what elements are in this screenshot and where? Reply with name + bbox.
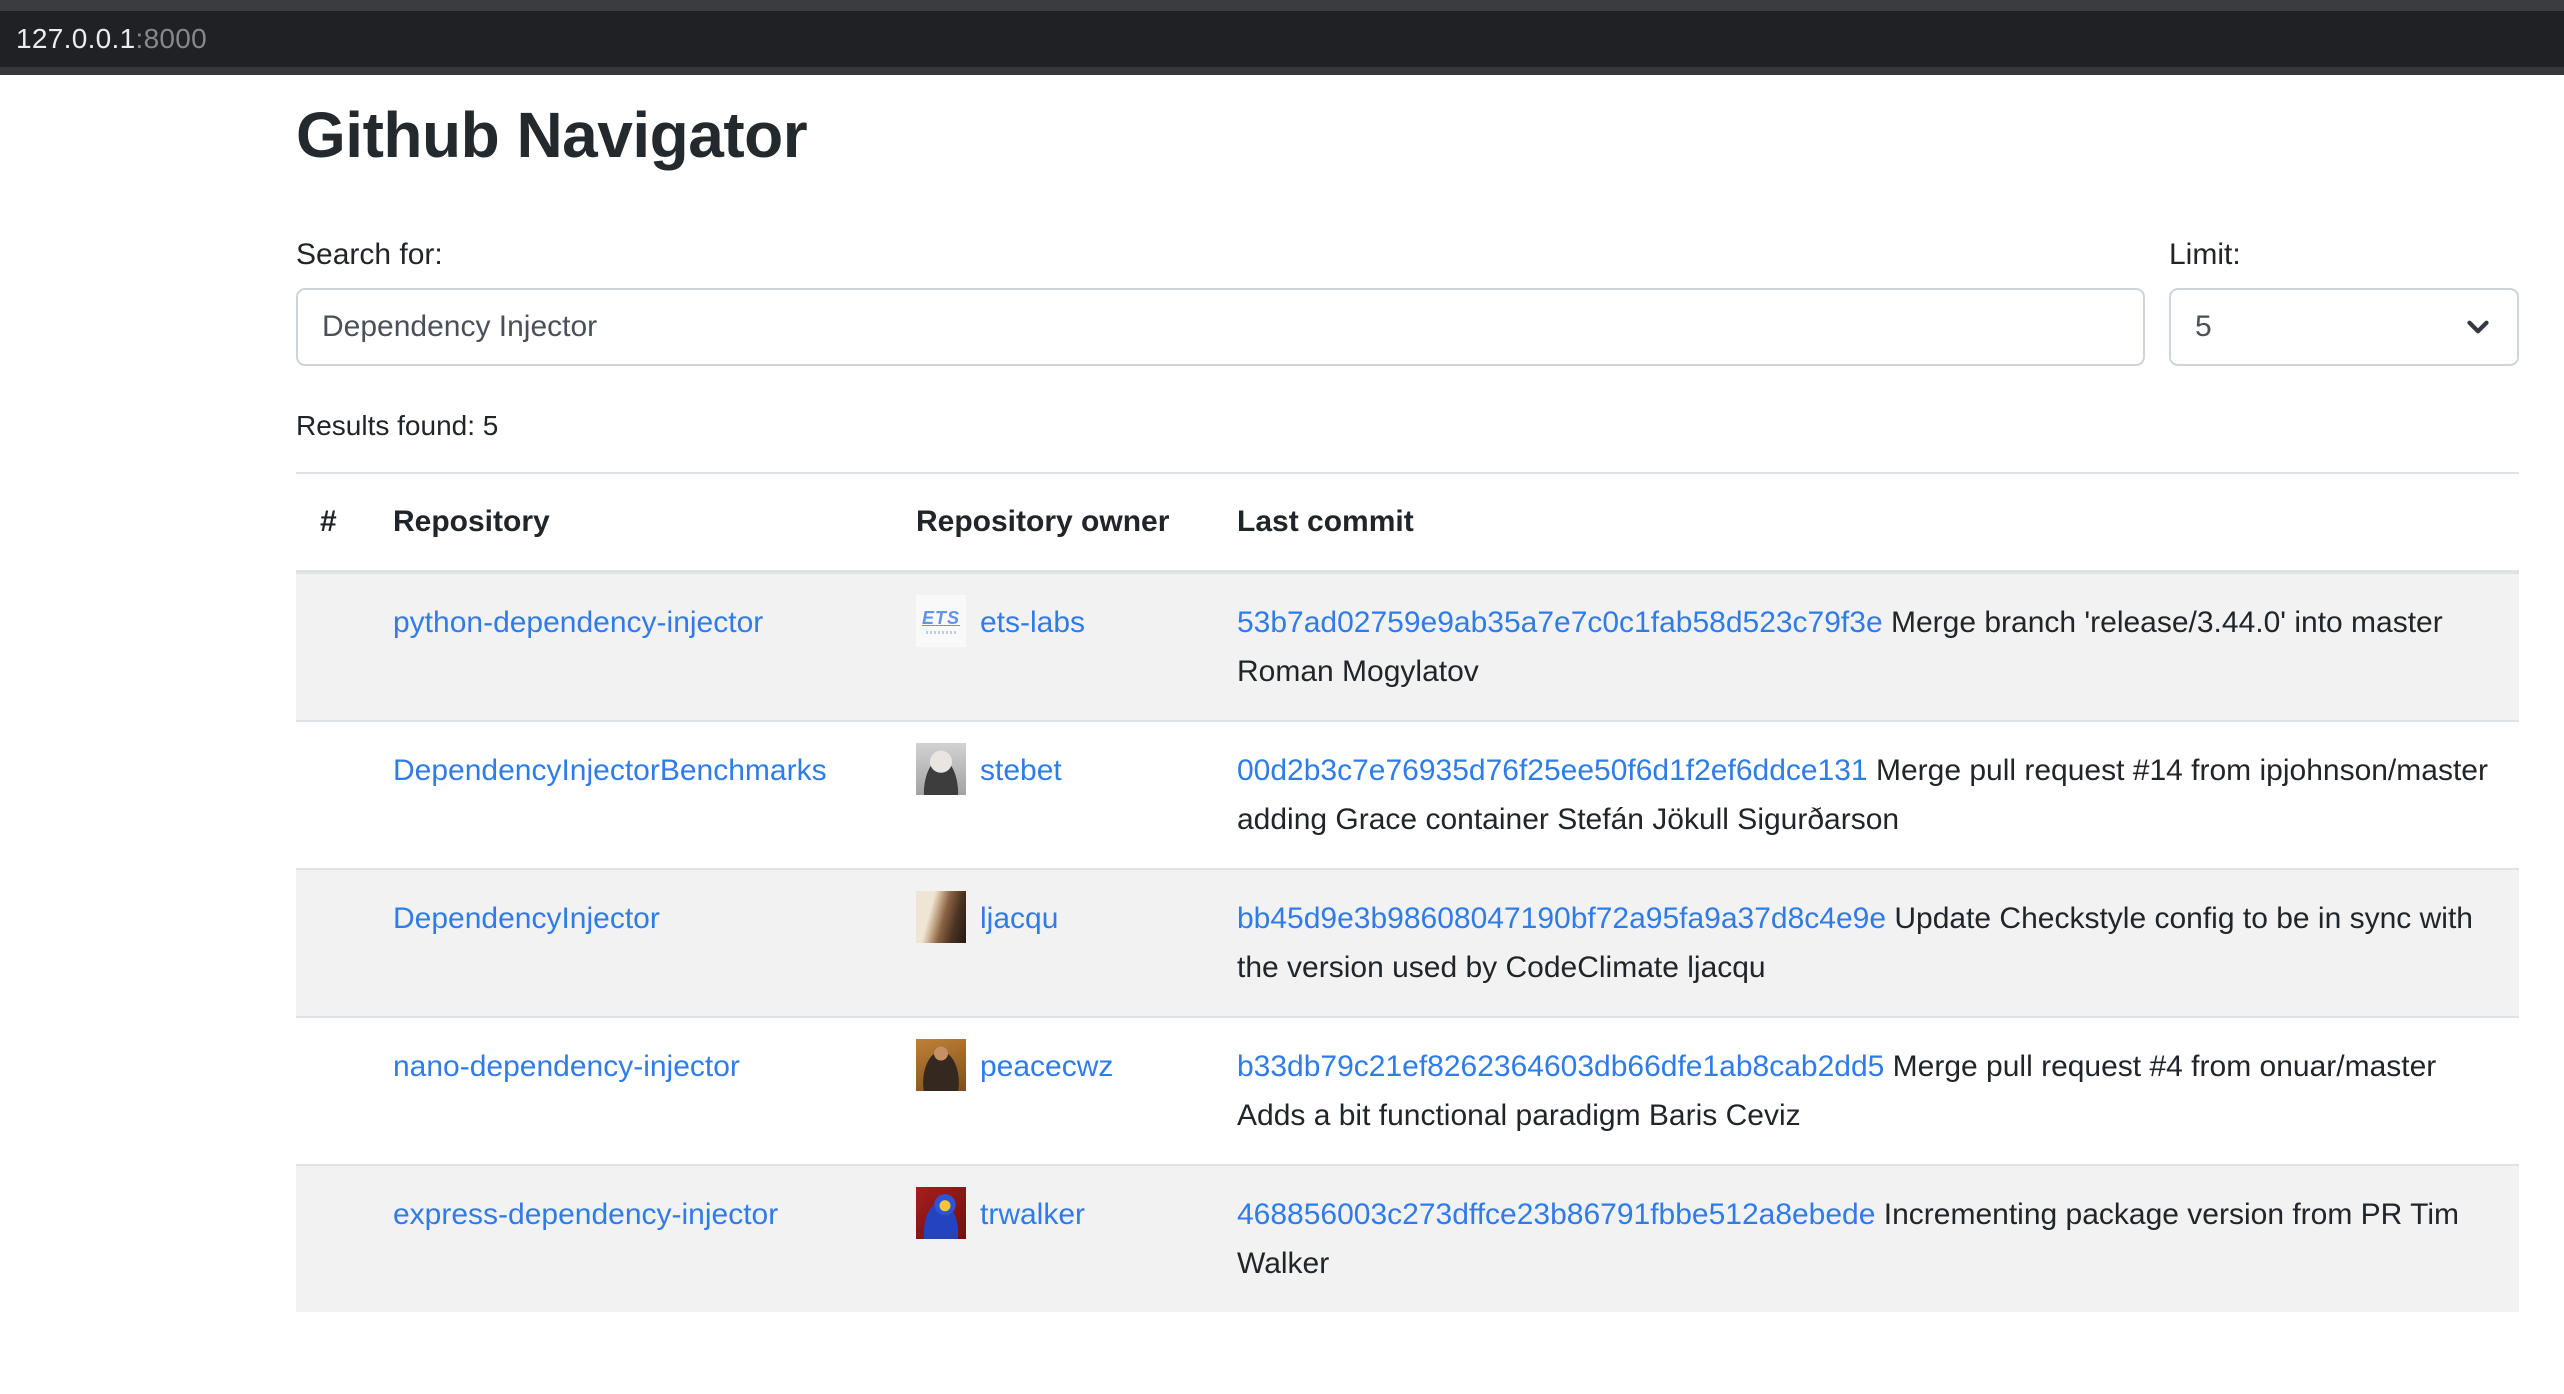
owner-cell: peacecwz — [892, 1017, 1213, 1165]
table-row: express-dependency-injector trwalker 468… — [296, 1165, 2519, 1312]
results-table: # Repository Repository owner Last commi… — [296, 472, 2519, 1312]
repository-cell: DependencyInjectorBenchmarks — [369, 721, 892, 869]
commit-hash-link[interactable]: bb45d9e3b98608047190bf72a95fa9a37d8c4e9e — [1237, 902, 1886, 935]
url-host: 127.0.0.1 — [16, 23, 135, 54]
owner-link[interactable]: stebet — [980, 754, 1062, 787]
repository-cell: python-dependency-injector — [369, 572, 892, 721]
repository-cell: nano-dependency-injector — [369, 1017, 892, 1165]
owner-link[interactable]: peacecwz — [980, 1050, 1113, 1083]
commit-hash-link[interactable]: b33db79c21ef8262364603db66dfe1ab8cab2dd5 — [1237, 1050, 1884, 1083]
owner-avatar — [916, 891, 966, 943]
table-row: DependencyInjectorBenchmarks stebet 00d2… — [296, 721, 2519, 869]
repository-link[interactable]: DependencyInjectorBenchmarks — [393, 754, 827, 787]
results-count: Results found: 5 — [296, 410, 2519, 442]
owner-avatar: ETS — [916, 595, 966, 647]
header-last-commit: Last commit — [1213, 473, 2519, 572]
table-row: nano-dependency-injector peacecwz b33db7… — [296, 1017, 2519, 1165]
commit-cell: b33db79c21ef8262364603db66dfe1ab8cab2dd5… — [1213, 1017, 2519, 1165]
commit-cell: 468856003c273dffce23b86791fbbe512a8ebede… — [1213, 1165, 2519, 1312]
table-header-row: # Repository Repository owner Last commi… — [296, 473, 2519, 572]
commit-cell: 53b7ad02759e9ab35a7e7c0c1fab58d523c79f3e… — [1213, 572, 2519, 721]
owner-cell: trwalker — [892, 1165, 1213, 1312]
owner-avatar — [916, 1039, 966, 1091]
search-label: Search for: — [296, 238, 2145, 272]
header-repository-owner: Repository owner — [892, 473, 1213, 572]
repository-cell: DependencyInjector — [369, 869, 892, 1017]
repository-link[interactable]: express-dependency-injector — [393, 1198, 778, 1231]
header-number: # — [296, 473, 369, 572]
chevron-down-icon — [2461, 310, 2495, 344]
owner-link[interactable]: trwalker — [980, 1198, 1085, 1231]
limit-label: Limit: — [2169, 238, 2519, 272]
search-form: Search for: Limit: 5 — [296, 238, 2519, 366]
url-text: 127.0.0.1:8000 — [16, 23, 207, 55]
commit-hash-link[interactable]: 00d2b3c7e76935d76f25ee50f6d1f2ef6ddce131 — [1237, 754, 1868, 787]
table-row: python-dependency-injector ETS ets-labs 5… — [296, 572, 2519, 721]
owner-avatar — [916, 1187, 966, 1239]
browser-address-bar[interactable]: 127.0.0.1:8000 — [0, 0, 2564, 75]
url-port: :8000 — [135, 23, 207, 54]
commit-cell: bb45d9e3b98608047190bf72a95fa9a37d8c4e9e… — [1213, 869, 2519, 1017]
table-row: DependencyInjector ljacqu bb45d9e3b98608… — [296, 869, 2519, 1017]
repository-link[interactable]: python-dependency-injector — [393, 606, 763, 639]
commit-cell: 00d2b3c7e76935d76f25ee50f6d1f2ef6ddce131… — [1213, 721, 2519, 869]
commit-hash-link[interactable]: 468856003c273dffce23b86791fbbe512a8ebede — [1237, 1198, 1875, 1231]
avatar-logo-text: ETS — [922, 608, 960, 628]
row-number-cell — [296, 1017, 369, 1165]
commit-hash-link[interactable]: 53b7ad02759e9ab35a7e7c0c1fab58d523c79f3e — [1237, 606, 1883, 639]
owner-link[interactable]: ljacqu — [980, 902, 1058, 935]
repository-link[interactable]: DependencyInjector — [393, 902, 660, 935]
row-number-cell — [296, 721, 369, 869]
row-number-cell — [296, 869, 369, 1017]
limit-selected-value: 5 — [2195, 310, 2212, 344]
owner-link[interactable]: ets-labs — [980, 606, 1085, 639]
row-number-cell — [296, 1165, 369, 1312]
repository-cell: express-dependency-injector — [369, 1165, 892, 1312]
owner-cell: stebet — [892, 721, 1213, 869]
page-title: Github Navigator — [296, 97, 2519, 174]
header-repository: Repository — [369, 473, 892, 572]
repository-link[interactable]: nano-dependency-injector — [393, 1050, 740, 1083]
row-number-cell — [296, 572, 369, 721]
owner-cell: ljacqu — [892, 869, 1213, 1017]
page-content: Github Navigator Search for: Limit: 5 Re… — [296, 97, 2519, 1312]
search-input[interactable] — [296, 288, 2145, 366]
owner-avatar — [916, 743, 966, 795]
limit-select[interactable]: 5 — [2169, 288, 2519, 366]
owner-cell: ETS ets-labs — [892, 572, 1213, 721]
